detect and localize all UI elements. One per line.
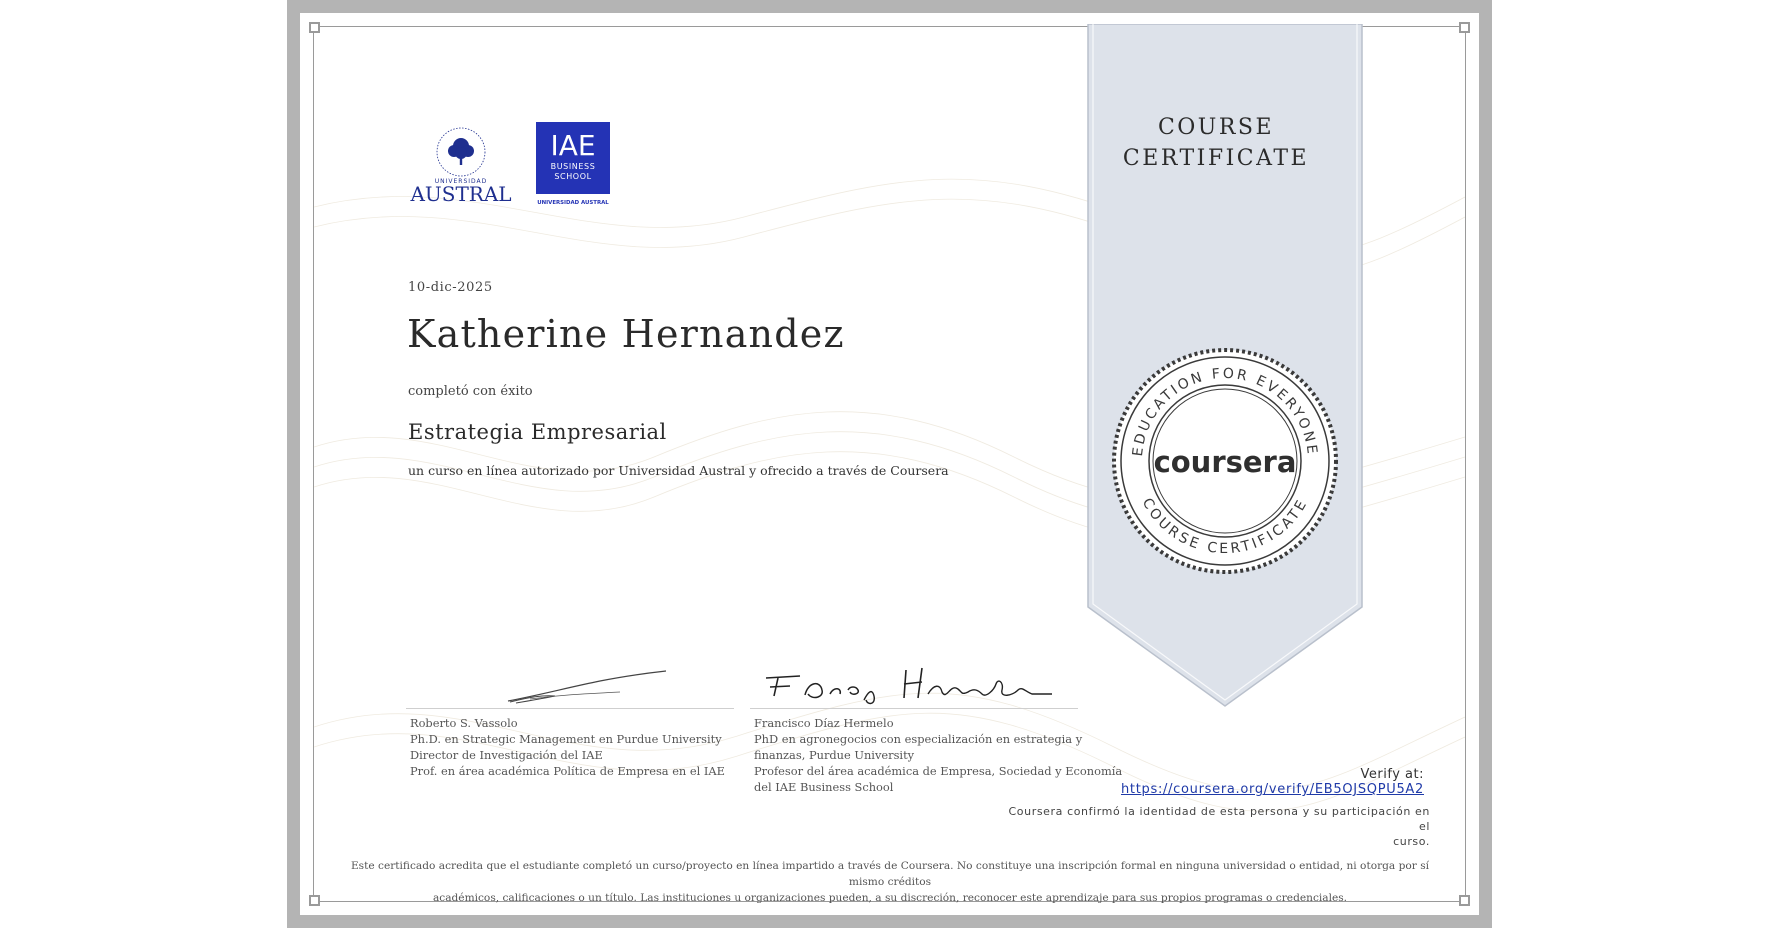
- corner-ornament-br: [1459, 895, 1470, 906]
- signer-diaz-name: Francisco Díaz Hermelo: [754, 716, 894, 730]
- coursera-seal: EDUCATION FOR EVERYONE COURSE CERTIFICAT…: [1112, 348, 1338, 574]
- iae-logo-line1: BUSINESS: [551, 162, 596, 171]
- course-title: Estrategia Empresarial: [408, 420, 667, 444]
- signer-diaz-line: del IAE Business School: [754, 780, 894, 794]
- corner-ornament-tr: [1459, 22, 1470, 33]
- signer-diaz-line: PhD en agronegocios con especialización …: [754, 732, 1083, 746]
- issue-date: 10-dic-2025: [408, 280, 493, 295]
- signer-diaz-hermelo: Francisco Díaz Hermelo PhD en agronegoci…: [754, 715, 1122, 795]
- signer-vassolo-line: Prof. en área académica Política de Empr…: [410, 764, 725, 778]
- coursera-logo-text: coursera: [1154, 445, 1297, 479]
- disclaimer-line2: académicos, calificaciones o un título. …: [432, 892, 1348, 904]
- disclaimer-line1: Este certificado acredita que el estudia…: [350, 860, 1430, 888]
- signature-line-2: [750, 708, 1078, 709]
- iae-logo-footer: UNIVERSIDAD AUSTRAL: [537, 200, 609, 206]
- disclaimer: Este certificado acredita que el estudia…: [340, 858, 1440, 906]
- signature-vassolo: [507, 670, 667, 704]
- ribbon-title-line1: COURSE: [1157, 115, 1275, 140]
- completed-label: completó con éxito: [408, 384, 533, 399]
- signer-vassolo-line: Director de Investigación del IAE: [410, 748, 603, 762]
- signer-diaz-line: Profesor del área académica de Empresa, …: [754, 764, 1123, 778]
- austral-logo-big-text: AUSTRAL: [409, 182, 511, 206]
- verify-link[interactable]: https://coursera.org/verify/EB5OJSQPU5A2: [1100, 782, 1424, 797]
- signer-diaz-line: finanzas, Purdue University: [754, 748, 915, 762]
- ribbon-title-line2: CERTIFICATE: [1122, 146, 1310, 171]
- signer-vassolo: Roberto S. Vassolo Ph.D. en Strategic Ma…: [410, 715, 725, 779]
- signer-vassolo-name: Roberto S. Vassolo: [410, 716, 518, 730]
- signer-vassolo-line: Ph.D. en Strategic Management en Purdue …: [410, 732, 722, 746]
- course-description: un curso en línea autorizado por Univers…: [408, 463, 949, 478]
- verify-note: Coursera confirmó la identidad de esta p…: [1000, 804, 1430, 849]
- recipient-name: Katherine Hernandez: [407, 312, 845, 356]
- signature-line-1: [406, 708, 734, 709]
- verify-note-line2: curso.: [1393, 835, 1430, 848]
- corner-ornament-bl: [309, 895, 320, 906]
- ribbon-title: COURSE CERTIFICATE: [1087, 112, 1345, 174]
- iae-logo-line2: SCHOOL: [554, 172, 591, 181]
- corner-ornament-tl: [309, 22, 320, 33]
- verify-note-line1: Coursera confirmó la identidad de esta p…: [1008, 805, 1430, 833]
- universidad-austral-logo: UNIVERSIDAD AUSTRAL: [409, 127, 512, 206]
- verify-label: Verify at:: [1360, 767, 1424, 782]
- iae-business-school-logo: IAE BUSINESS SCHOOL UNIVERSIDAD AUSTRAL: [536, 122, 610, 206]
- signature-diaz-hermelo: [765, 667, 1052, 705]
- iae-logo-big-text: IAE: [550, 129, 595, 162]
